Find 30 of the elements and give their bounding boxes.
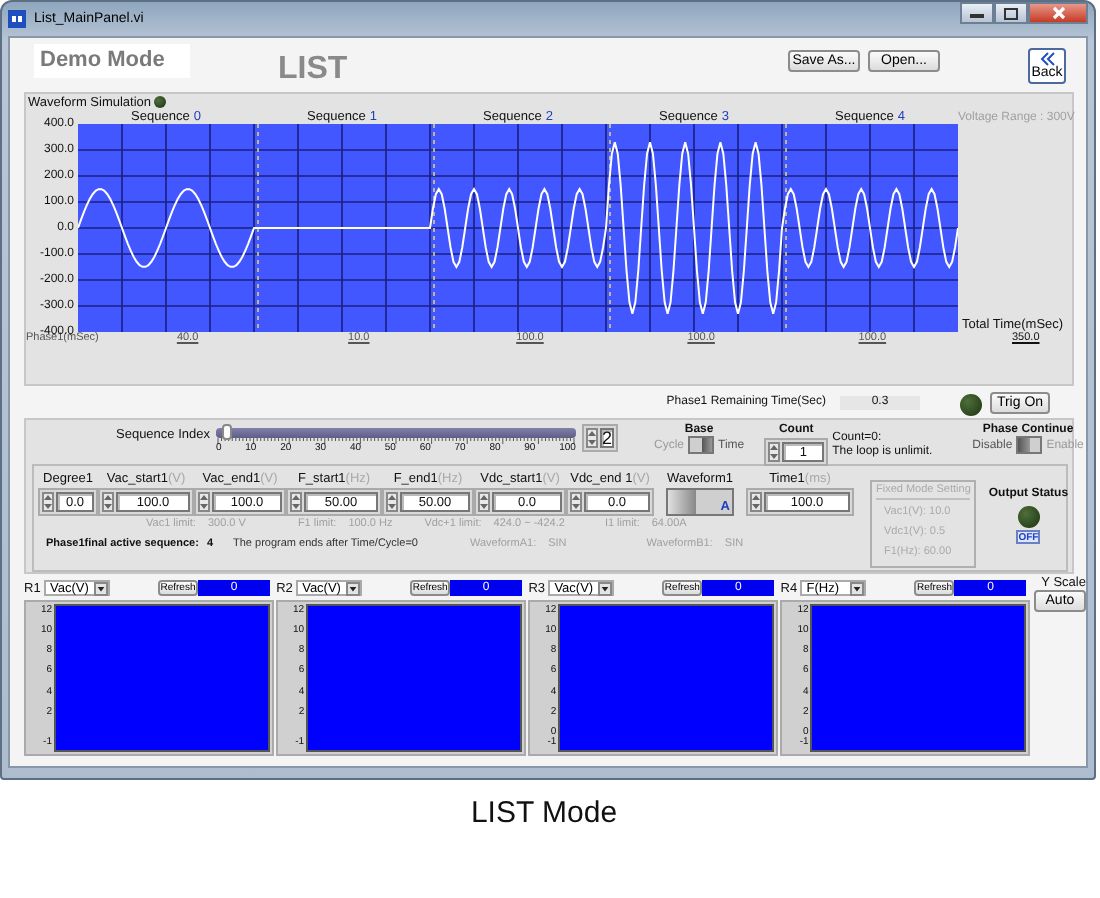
spinner-icon[interactable] bbox=[102, 492, 114, 512]
spinner-icon[interactable] bbox=[585, 428, 598, 448]
page-title: LIST bbox=[278, 52, 350, 88]
slider[interactable] bbox=[215, 428, 576, 438]
maximize-button[interactable] bbox=[994, 2, 1028, 24]
dropdown-arrow-icon bbox=[94, 581, 108, 595]
toggle-switch[interactable] bbox=[1016, 436, 1043, 454]
maximize-icon bbox=[1004, 7, 1018, 19]
caption: LIST Mode bbox=[468, 796, 620, 830]
spinner-icon[interactable] bbox=[478, 492, 490, 512]
spinner-icon[interactable] bbox=[386, 492, 398, 512]
close-button[interactable] bbox=[1028, 2, 1088, 24]
spinner-icon[interactable] bbox=[750, 492, 762, 512]
spinner-icon[interactable] bbox=[768, 442, 781, 462]
mode-label: Demo Mode bbox=[34, 44, 190, 78]
minimize-icon bbox=[970, 8, 984, 18]
app-icon bbox=[8, 10, 26, 28]
close-icon bbox=[1051, 6, 1065, 20]
toggle-switch[interactable] bbox=[688, 436, 715, 454]
dropdown-arrow-icon bbox=[346, 581, 361, 595]
slider-thumb[interactable] bbox=[222, 424, 233, 440]
index-field[interactable]: 2 bbox=[599, 428, 614, 448]
spinner-icon[interactable] bbox=[42, 492, 54, 512]
dropdown-arrow-icon bbox=[598, 581, 613, 595]
spinner-icon[interactable] bbox=[570, 492, 582, 512]
spinner-icon[interactable] bbox=[290, 492, 302, 512]
minimize-button[interactable] bbox=[960, 2, 994, 24]
dropdown-arrow-icon bbox=[850, 581, 865, 595]
double-chevron-icon bbox=[1039, 52, 1055, 66]
spinner-icon[interactable] bbox=[198, 492, 210, 512]
